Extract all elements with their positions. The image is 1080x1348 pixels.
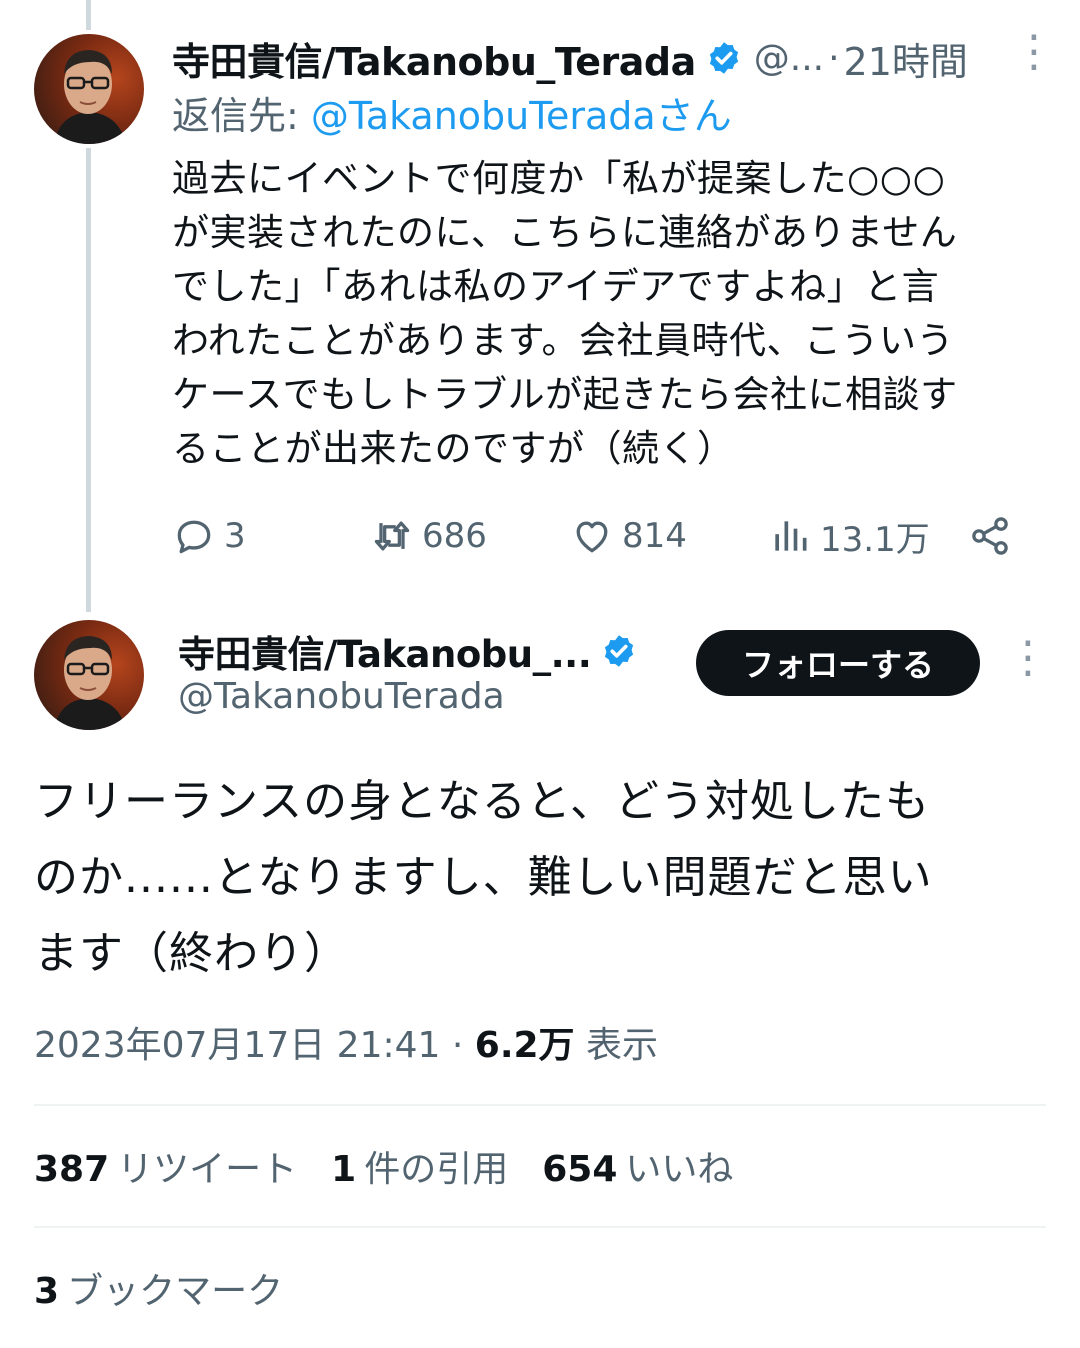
verified-badge-icon [605, 635, 634, 667]
more-options-icon[interactable]: ⋮ [1006, 636, 1050, 688]
main-tweet: 寺田貴信/Takanobu_... @TakanobuTerada フォローする… [34, 620, 1050, 1348]
author-row: 寺田貴信/Takanobu_... @TakanobuTerada フォローする… [34, 620, 1050, 730]
reply-count: 3 [224, 516, 246, 556]
views-value: 6.2万 [474, 1025, 575, 1066]
replying-mention[interactable]: @TakanobuTeradaさん [311, 94, 732, 138]
avatar[interactable] [34, 620, 144, 730]
retweet-button[interactable]: 686 [370, 506, 487, 566]
retweet-icon [374, 521, 410, 551]
more-options-icon[interactable]: ⋮ [1012, 30, 1056, 82]
text-line: のか......となりますし、難しい問題だと思い [34, 852, 933, 903]
reply-icon [177, 520, 211, 554]
avatar[interactable] [34, 34, 144, 144]
quotes-stat[interactable]: 1 件の引用 [331, 1140, 508, 1192]
follow-button[interactable]: フォローする [696, 630, 980, 696]
retweets-label: リツイート [117, 1149, 298, 1190]
likes-stat[interactable]: 654 いいね [542, 1140, 733, 1192]
tweet-timestamp[interactable]: 2023年07月17日 21:41 [34, 1025, 440, 1066]
author-name[interactable]: 寺田貴信/Takanobu_Terada [172, 31, 696, 86]
retweets-value: 387 [34, 1149, 110, 1190]
tweet-time[interactable]: 21時間 [844, 31, 968, 86]
avatar-photo [54, 50, 126, 144]
text-line: ケースでもしトラブルが起きたら会社に相談す [172, 373, 958, 416]
verified-badge-icon [709, 42, 738, 74]
author-name-row: 寺田貴信/Takanobu_... [178, 624, 637, 678]
quotes-label: 件の引用 [364, 1149, 509, 1190]
reply-tweet[interactable]: 寺田貴信/Takanobu_Terada @... · 21時間 ⋮ 返信先: … [172, 28, 1056, 560]
text-line: でした」「あれは私のアイデアですよね」と言 [172, 265, 940, 308]
replying-to: 返信先: @TakanobuTeradaさん [172, 88, 1052, 144]
share-icon [972, 517, 1008, 555]
replying-label: 返信先: [172, 94, 311, 138]
text-line: われたことがあります。会社員時代、こういう [172, 319, 954, 362]
separator-dot: · [828, 37, 840, 79]
like-button[interactable]: 814 [570, 506, 687, 566]
share-button[interactable] [968, 506, 1020, 566]
text-line: が実装されたのに、こちらに連絡がありません [172, 211, 958, 254]
author-handle[interactable]: @... [754, 38, 824, 79]
bookmarks-value: 3 [34, 1271, 60, 1312]
likes-value: 654 [542, 1149, 618, 1190]
likes-label: いいね [625, 1149, 734, 1190]
engagement-stats: 387 リツイート 1 件の引用 654 いいね [34, 1106, 1046, 1226]
views-count: 13.1万 [820, 519, 930, 560]
tweet-text: 過去にイベントで何度か「私が提案した○○○ が実装されたのに、こちらに連絡があり… [172, 152, 1032, 476]
retweet-count: 686 [422, 516, 487, 556]
thread-line [86, 148, 91, 612]
avatar-photo [54, 636, 126, 730]
separator-dot: · [440, 1025, 475, 1066]
reply-tweet-header: 寺田貴信/Takanobu_Terada @... · 21時間 [172, 28, 1052, 88]
text-line: ます（終わり） [34, 928, 349, 979]
quotes-value: 1 [331, 1149, 357, 1190]
text-line: ることが出来たのですが（続く） [172, 427, 735, 470]
retweets-stat[interactable]: 387 リツイート [34, 1140, 297, 1192]
text-line: フリーランスの身となると、どう対処したも [34, 776, 931, 827]
tweet-actions: 3 686 814 13.1万 [172, 506, 1032, 566]
like-count: 814 [622, 516, 687, 556]
author-handle[interactable]: @TakanobuTerada [178, 676, 505, 717]
author-name[interactable]: 寺田貴信/Takanobu_... [178, 624, 592, 678]
tweet-text: フリーランスの身となると、どう対処したも のか......となりますし、難しい問… [34, 764, 1034, 992]
views-button[interactable]: 13.1万 [768, 506, 930, 566]
reply-button[interactable]: 3 [172, 506, 246, 566]
views-label: 表示 [574, 1025, 659, 1066]
bookmark-stats: 3 ブックマーク [34, 1228, 1046, 1348]
text-line: 過去にイベントで何度か「私が提案した○○○ [172, 157, 946, 200]
bookmarks-label: ブックマーク [67, 1271, 284, 1312]
bookmarks-stat[interactable]: 3 ブックマーク [34, 1262, 283, 1314]
thread-line-top [86, 0, 91, 30]
tweet-meta: 2023年07月17日 21:41 · 6.2万 表示 [34, 1018, 1046, 1074]
like-icon [576, 521, 608, 553]
views-icon [775, 521, 807, 551]
